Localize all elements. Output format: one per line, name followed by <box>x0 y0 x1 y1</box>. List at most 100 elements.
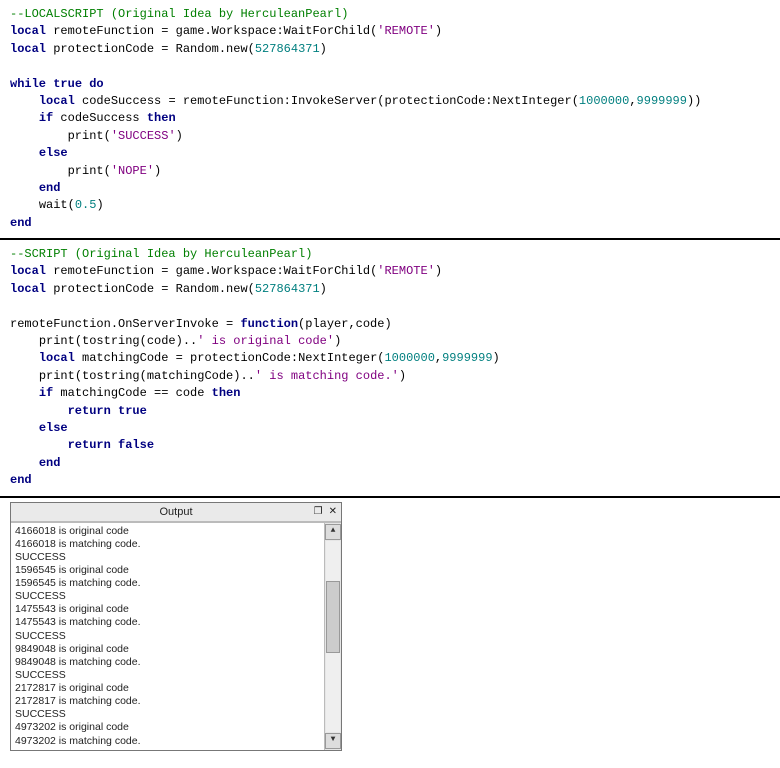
code-punc: ) <box>176 129 183 143</box>
code-keyword: then <box>147 111 176 125</box>
output-line: 9849048 is original code <box>15 643 320 656</box>
code-number: 9999999 <box>442 351 492 365</box>
output-panel-container: Output ❐ ✕ 4166018 is original code41660… <box>10 502 770 751</box>
code-keyword: local <box>39 94 75 108</box>
code-string: ' is original code' <box>197 334 334 348</box>
code-text: print(tostring(code).. <box>39 334 197 348</box>
code-number: 1000000 <box>384 351 434 365</box>
code-string: ' is matching code.' <box>255 369 399 383</box>
output-line: 1475543 is original code <box>15 603 320 616</box>
code-keyword: return <box>68 438 111 452</box>
code-keyword: local <box>10 282 46 296</box>
code-keyword: end <box>39 181 61 195</box>
code-text: remoteFunction = game.Workspace:WaitForC… <box>46 24 377 38</box>
code-keyword: local <box>10 24 46 38</box>
scroll-thumb[interactable] <box>326 581 340 653</box>
code-text: print( <box>68 129 111 143</box>
scroll-down-button[interactable]: ▼ <box>325 733 341 749</box>
output-body-wrap: 4166018 is original code4166018 is match… <box>11 522 341 750</box>
scroll-up-button[interactable]: ▲ <box>325 524 341 540</box>
output-window: Output ❐ ✕ 4166018 is original code41660… <box>10 502 342 751</box>
output-line: 4166018 is matching code. <box>15 538 320 551</box>
output-line: SUCCESS <box>15 630 320 643</box>
code-text: protectionCode = Random.new( <box>46 282 255 296</box>
code-punc: ) <box>334 334 341 348</box>
code-text: matchingCode = protectionCode:NextIntege… <box>75 351 385 365</box>
code-number: 527864371 <box>255 282 320 296</box>
code-text <box>111 438 118 452</box>
code-text: matchingCode == code <box>53 386 211 400</box>
code-keyword: then <box>212 386 241 400</box>
code-number: 9999999 <box>637 94 687 108</box>
code-punc: ) <box>320 42 327 56</box>
code-punc: , <box>629 94 636 108</box>
output-line: SUCCESS <box>15 708 320 721</box>
code-text: codeSuccess <box>53 111 147 125</box>
code-keyword: end <box>10 216 32 230</box>
code-string: 'REMOTE' <box>377 264 435 278</box>
code-keyword: return <box>68 404 111 418</box>
output-line: SUCCESS <box>15 551 320 564</box>
code-number: 0.5 <box>75 198 97 212</box>
output-line: SUCCESS <box>15 590 320 603</box>
code-punc: ) <box>154 164 161 178</box>
code-keyword: if <box>39 111 53 125</box>
code-text: remoteFunction.OnServerInvoke = <box>10 317 240 331</box>
output-line: 2172817 is matching code. <box>15 695 320 708</box>
code-keyword: do <box>89 77 103 91</box>
output-line: 4166018 is original code <box>15 525 320 538</box>
code-keyword: else <box>39 421 68 435</box>
output-line: 1596545 is matching code. <box>15 577 320 590</box>
code-string: 'SUCCESS' <box>111 129 176 143</box>
code-keyword: if <box>39 386 53 400</box>
code-keyword: true <box>53 77 82 91</box>
code-comment: --SCRIPT (Original Idea by HerculeanPear… <box>10 247 312 261</box>
output-line: 2172817 is original code <box>15 682 320 695</box>
code-punc: )) <box>687 94 701 108</box>
code-text: protectionCode = Random.new( <box>46 42 255 56</box>
output-line: 1596545 is original code <box>15 564 320 577</box>
code-text: remoteFunction = game.Workspace:WaitForC… <box>46 264 377 278</box>
close-icon[interactable]: ✕ <box>329 506 337 517</box>
output-title-text: Output <box>11 506 341 518</box>
code-keyword: local <box>39 351 75 365</box>
code-keyword: false <box>118 438 154 452</box>
localscript-code-block: --LOCALSCRIPT (Original Idea by Herculea… <box>0 0 780 238</box>
output-line: 4973202 is matching code. <box>15 735 320 748</box>
code-punc: ) <box>320 282 327 296</box>
output-line: 9849048 is matching code. <box>15 656 320 669</box>
script-code-block: --SCRIPT (Original Idea by HerculeanPear… <box>0 240 780 495</box>
output-line: SUCCESS <box>15 669 320 682</box>
code-number: 1000000 <box>579 94 629 108</box>
code-keyword: true <box>118 404 147 418</box>
scroll-track[interactable] <box>326 541 340 732</box>
code-text: print( <box>68 164 111 178</box>
code-keyword: local <box>10 42 46 56</box>
undock-icon[interactable]: ❐ <box>314 506 323 517</box>
code-string: 'NOPE' <box>111 164 154 178</box>
output-line: 1475543 is matching code. <box>15 616 320 629</box>
separator <box>0 496 780 498</box>
code-keyword: function <box>240 317 298 331</box>
code-punc: ) <box>96 198 103 212</box>
code-text: wait( <box>39 198 75 212</box>
code-keyword: end <box>10 473 32 487</box>
code-punc: ) <box>493 351 500 365</box>
code-punc: ) <box>435 264 442 278</box>
code-comment: --LOCALSCRIPT (Original Idea by Herculea… <box>10 7 348 21</box>
output-scrollbar[interactable]: ▲ ▼ <box>324 523 341 750</box>
code-keyword: while <box>10 77 46 91</box>
code-keyword: end <box>39 456 61 470</box>
code-keyword: local <box>10 264 46 278</box>
code-string: 'REMOTE' <box>377 24 435 38</box>
code-text: print(tostring(matchingCode).. <box>39 369 255 383</box>
output-body: 4166018 is original code4166018 is match… <box>11 523 324 750</box>
code-text: codeSuccess = remoteFunction:InvokeServe… <box>75 94 579 108</box>
code-punc: ) <box>399 369 406 383</box>
output-titlebar: Output ❐ ✕ <box>11 503 341 522</box>
code-keyword: else <box>39 146 68 160</box>
output-line: 4973202 is original code <box>15 721 320 734</box>
code-punc: ) <box>435 24 442 38</box>
code-number: 527864371 <box>255 42 320 56</box>
code-text <box>111 404 118 418</box>
